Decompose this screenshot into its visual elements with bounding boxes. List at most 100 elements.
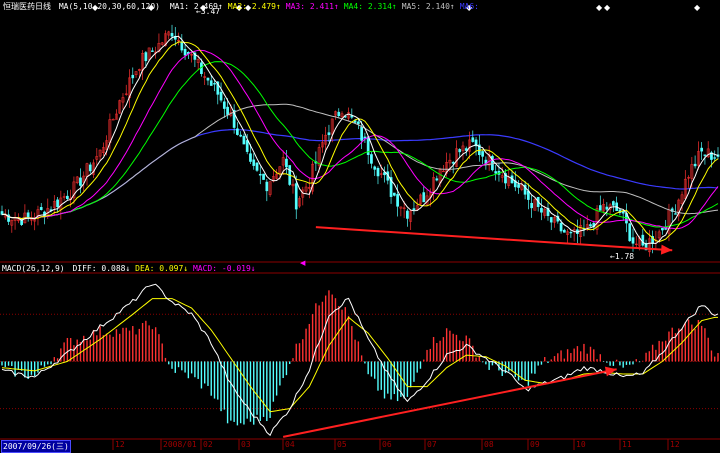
month-label: 12: [115, 440, 125, 449]
candle-body: [79, 177, 82, 186]
candle-body: [285, 158, 288, 168]
diff-value: 0.088: [101, 264, 126, 273]
macd-trend-arrow-shaft: [282, 368, 617, 438]
candle-body: [206, 77, 210, 81]
month-label: 02: [203, 440, 213, 449]
price-trend-arrow-shaft: [315, 226, 673, 252]
month-label: 05: [337, 440, 347, 449]
candle-body: [151, 50, 154, 52]
candle-body: [180, 41, 184, 51]
candle-body: [370, 154, 373, 164]
candle-body: [88, 164, 92, 172]
candle-body: [562, 229, 566, 233]
high-price-value: 3.47: [200, 7, 221, 16]
candle-body: [376, 167, 380, 177]
candle-body: [183, 48, 187, 56]
candle-body: [392, 192, 396, 196]
month-label: 12: [670, 440, 680, 449]
candle-body: [435, 178, 439, 181]
candle-body: [258, 173, 262, 176]
candle-body: [559, 222, 563, 232]
candle-body: [621, 210, 625, 214]
candle-body: [713, 157, 717, 159]
macd-label: MACD(26,12,9): [2, 264, 65, 273]
grid-lines: [0, 261, 720, 440]
candle-body: [641, 234, 645, 246]
candle-body: [245, 140, 249, 152]
candle-body: [327, 132, 331, 136]
candle-body: [252, 159, 256, 166]
candle-body: [406, 210, 409, 219]
candle-body: [39, 207, 43, 210]
candle-body: [265, 181, 269, 192]
candle-body: [373, 166, 377, 170]
candle-body: [628, 223, 632, 242]
candle-body: [131, 74, 135, 79]
current-date-label: 2007/09/26(三): [1, 440, 71, 453]
candle-body: [458, 149, 462, 153]
candle-body: [66, 195, 69, 200]
candle-body: [530, 202, 533, 209]
candle-body: [363, 136, 367, 139]
month-label: 10: [576, 440, 586, 449]
candle-body: [569, 231, 573, 234]
ma-item-3: MA3: 2.411↑: [285, 2, 339, 11]
moving-average-lines: [1, 35, 719, 245]
candle-body: [396, 194, 399, 207]
candle-body: [337, 111, 341, 116]
candle-body: [56, 199, 59, 208]
candle-body: [549, 217, 553, 223]
candle-body: [422, 192, 426, 203]
candle-body: [412, 208, 416, 211]
ma20-path: [1, 49, 719, 230]
candle-body: [693, 163, 697, 167]
dea-value: 0.097: [159, 264, 184, 273]
candle-body: [111, 119, 115, 121]
macd-legend: MACD(26,12,9) DIFF: 0.088↓ DEA: 0.097↓ M…: [2, 264, 256, 273]
high-price-label: ←3.47: [196, 7, 221, 16]
month-label: 09: [530, 440, 540, 449]
chart-legend: 恒瑞医药日线 MA(5,10,20,30,60,120) MA1: 2.469↑…: [3, 1, 479, 12]
candle-body: [360, 126, 363, 141]
candle-body: [451, 162, 455, 164]
candle-body: [26, 212, 30, 219]
month-label: 11: [622, 440, 632, 449]
candle-body: [255, 162, 259, 171]
month-label: 07: [427, 440, 437, 449]
candle-body: [481, 151, 484, 157]
candle-body: [239, 134, 243, 137]
candle-body: [213, 83, 216, 85]
event-marker-6: ◆: [596, 3, 603, 12]
month-label: 04: [285, 440, 295, 449]
candle-body: [540, 208, 543, 213]
event-marker-8: ◆: [694, 3, 701, 12]
candle-body: [262, 173, 265, 180]
date-axis: ◆ ◆ ◆ ◆ ◆ ◆ ◆ ◆ ◆◀: [92, 3, 701, 450]
low-price-value: 1.78: [614, 252, 635, 261]
candle-body: [703, 154, 707, 156]
macd-name: MACD:: [192, 264, 218, 273]
candle-body: [249, 153, 252, 162]
macd-value: -0.019: [221, 264, 251, 273]
candle-body: [442, 170, 445, 173]
candle-body: [209, 80, 213, 86]
candle-body: [357, 121, 360, 125]
candle-body: [236, 128, 239, 135]
candle-body: [222, 101, 226, 109]
candle-body: [589, 224, 592, 227]
candle-body: [170, 33, 174, 37]
diff-name: DIFF:: [72, 264, 97, 273]
candle-body: [242, 135, 246, 145]
candle-body: [219, 91, 223, 101]
candle-body: [612, 201, 615, 206]
stock-title: 恒瑞医药日线: [3, 2, 51, 11]
candle-body: [294, 183, 298, 210]
dea-name: DEA:: [135, 264, 155, 273]
stock-chart[interactable]: ◆ ◆ ◆ ◆ ◆ ◆ ◆ ◆ ◆◀: [0, 0, 720, 450]
candle-body: [631, 237, 635, 244]
month-label: 08: [484, 440, 494, 449]
scroll-marker: ◀: [300, 259, 306, 267]
candle-body: [471, 137, 475, 142]
ma-label: MA(5,10,20,30,60,120): [58, 2, 160, 11]
ma10-path: [1, 41, 719, 243]
